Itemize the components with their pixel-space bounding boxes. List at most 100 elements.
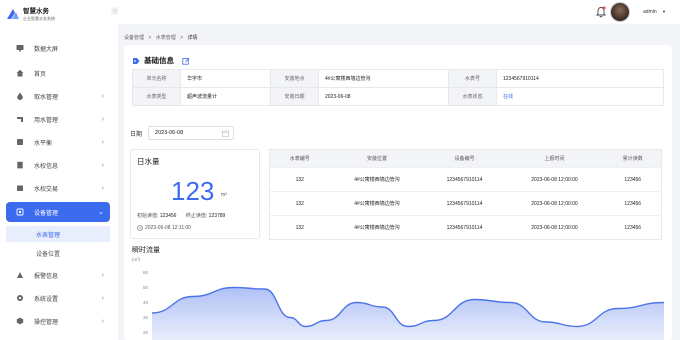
table-header-row: 水表编号 安装位置 设备编号 上报时间 累计读数: [269, 149, 662, 168]
table-cell: 1234567910114: [424, 215, 505, 240]
reading-range: 初始读值: 123456 终止读值: 123789: [137, 212, 225, 219]
device-icon: [16, 208, 24, 216]
install-date-value: 2023-06-08: [318, 87, 449, 106]
calendar-icon: [222, 130, 229, 137]
notification-bell-icon[interactable]: [596, 6, 606, 18]
sidebar-item[interactable]: 操控管理 ›: [6, 311, 110, 331]
col-total-reading: 累计读数: [604, 149, 662, 168]
y-tick-label: 20: [143, 330, 149, 335]
chevron-right-icon: ›: [101, 271, 104, 279]
sidebar-item-label: 首页: [34, 71, 47, 78]
sidebar-item[interactable]: 系统设置 ›: [6, 288, 110, 308]
settings-icon: [17, 295, 23, 301]
sidebar-item[interactable]: 水平衡 ›: [6, 132, 110, 152]
breadcrumb-item-meter[interactable]: 水表管理: [156, 35, 176, 41]
flow-area-fill: [152, 287, 664, 340]
daily-volume-title: 日水量: [137, 157, 160, 166]
y-tick-label: 40: [143, 300, 149, 305]
y-tick-label: 60: [143, 270, 149, 275]
table-cell: 1234567910114: [424, 191, 505, 216]
table-cell: 123456: [604, 191, 662, 216]
table-row[interactable]: 132 4#公寓楼西墙边管沟 1234567910114 2023-06-08 12:…: [269, 191, 662, 216]
alarm-icon: [17, 272, 23, 278]
top-bar: admin ▼: [118, 0, 680, 24]
sidebar-item[interactable]: 取水管理 ›: [6, 86, 110, 106]
end-reading-value: 123789: [208, 213, 226, 219]
table-cell: 4#公寓楼西墙边管沟: [329, 191, 425, 216]
breadcrumb-item-detail: 详情: [187, 35, 198, 41]
meter-records-table: 水表编号 安装位置 设备编号 上报时间 累计读数 132 4#公寓楼西墙边管沟 12…: [269, 149, 662, 240]
install-location-value: 4#公寓楼西墙边管沟: [318, 69, 449, 88]
sidebar-item[interactable]: 水权交易 ›: [6, 178, 110, 198]
sidebar-subitem[interactable]: 设备位置: [6, 245, 110, 261]
table-row[interactable]: 132 4#公寓楼西墙边管沟 1234567910114 2023-06-08 12:…: [269, 167, 662, 192]
monitor-icon: [16, 45, 24, 52]
sidebar-item-label: 设备管理: [34, 210, 59, 217]
table-cell: 2023-06-08 12:00:00: [504, 191, 605, 216]
basic-info-header: 基础信息: [132, 55, 190, 66]
col-device-no: 设备编号: [424, 149, 505, 168]
sidebar-item[interactable]: 设备管理 ⌄: [6, 202, 110, 222]
table-cell: 2023-06-08 12:00:00: [504, 167, 605, 192]
table-cell: 132: [269, 215, 330, 240]
sidebar-subitem-label: 设备位置: [36, 251, 61, 258]
y-tick-label: 30: [143, 315, 149, 320]
table-row[interactable]: 132 4#公寓楼西墙边管沟 1234567910114 2023-06-08 12:…: [269, 215, 662, 240]
logo[interactable]: 智慧水务 企业智慧水务系统: [6, 5, 55, 22]
chevron-right-icon: ›: [101, 184, 104, 192]
chevron-right-icon: ›: [101, 317, 104, 325]
sidebar: 智慧水务 企业智慧水务系统 ‹ 数据大屏 首页 取水管理 › 用水管理 › 水平衡 › 水权信息…: [0, 0, 119, 340]
meter-status-label: 水表状态: [448, 87, 497, 106]
detail-card: 基础信息 单元名称 华宇市 安装地点 4#公寓楼西墙边管沟 水表号 123456…: [124, 45, 672, 340]
tag-icon: [133, 57, 140, 64]
table-cell: 2023-06-08 12:00:00: [504, 215, 605, 240]
clock-icon: [137, 225, 143, 231]
table-cell: 1234567910114: [424, 167, 505, 192]
install-date-label: 安装日期: [270, 87, 319, 106]
sidebar-item-label: 取水管理: [34, 94, 59, 101]
date-picker-input[interactable]: 2023-06-08: [148, 126, 235, 140]
daily-volume-value: 123: [171, 176, 215, 206]
breadcrumb-item-device[interactable]: 设备管理: [124, 35, 144, 41]
caret-down-icon: ▼: [662, 9, 666, 14]
start-reading-label: 初始读值:: [137, 213, 159, 219]
sidebar-item[interactable]: 报警信息 ›: [6, 265, 110, 285]
sidebar-item-label: 水平衡: [34, 140, 53, 147]
faucet-icon: [17, 117, 23, 122]
sidebar-item[interactable]: 首页: [6, 63, 110, 83]
col-meter-no: 水表编号: [269, 149, 330, 168]
date-label: 日期: [130, 131, 143, 138]
app-subtitle: 企业智慧水务系统: [23, 16, 55, 21]
sidebar-item[interactable]: 水权信息 ›: [6, 155, 110, 175]
sidebar-item[interactable]: 用水管理 ›: [6, 109, 110, 129]
avatar[interactable]: [610, 2, 630, 22]
edit-icon[interactable]: [182, 57, 190, 65]
table-cell: 132: [269, 191, 330, 216]
col-install-location: 安装位置: [329, 149, 425, 168]
sidebar-item-label: 水权交易: [34, 186, 59, 193]
meter-no-label: 水表号: [448, 69, 497, 88]
sidebar-item-label: 操控管理: [34, 319, 59, 326]
meter-status-value: 在线: [496, 87, 664, 106]
flow-chart-title: 瞬时流量: [132, 247, 160, 254]
table-cell: 123456: [604, 167, 662, 192]
date-filter: 日期 2023-06-08: [130, 126, 235, 140]
sidebar-item-label: 数据大屏: [34, 46, 59, 53]
unit-name-value: 华宇市: [180, 69, 271, 88]
chevron-right-icon: ›: [101, 161, 104, 169]
breadcrumb: 设备管理 > 水表管理 > 详情: [124, 34, 197, 41]
breadcrumb-separator: >: [148, 35, 152, 41]
sidebar-item-label: 报警信息: [34, 273, 59, 280]
table-cell: 132: [269, 167, 330, 192]
chevron-right-icon: ›: [101, 92, 104, 100]
sidebar-subitem[interactable]: 水表管理: [6, 226, 110, 242]
sidebar-item-label: 用水管理: [34, 117, 59, 124]
chevron-right-icon: ›: [101, 138, 104, 146]
user-menu[interactable]: admin ▼: [643, 9, 666, 15]
document-icon: [17, 161, 23, 169]
sidebar-item[interactable]: 数据大屏: [6, 38, 110, 58]
meter-type-value: 超声波流量计: [180, 87, 271, 106]
daily-time: 2023-06-08 12:11:00: [137, 225, 191, 231]
sidebar-item-label: 水权信息: [34, 163, 59, 170]
unit-name-label: 单元名称: [132, 69, 181, 88]
